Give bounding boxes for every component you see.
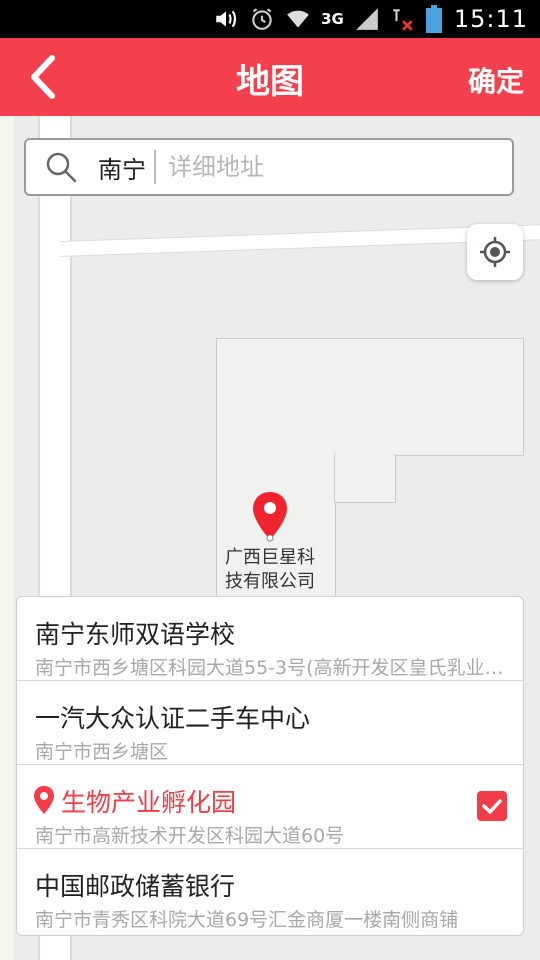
clock: 15:11 <box>453 5 528 33</box>
place-name: 生物产业孵化园 <box>61 788 237 817</box>
map-building <box>216 338 524 456</box>
map-road <box>0 116 14 960</box>
wifi-icon <box>285 6 311 32</box>
place-name: 一汽大众认证二手车中心 <box>35 704 311 733</box>
battery-icon <box>425 5 442 33</box>
search-icon <box>46 152 77 183</box>
status-bar: 3G 15:11 <box>0 0 540 38</box>
network-type: 3G <box>321 10 344 28</box>
app-header: 地图 确定 <box>0 38 540 116</box>
city-selector[interactable]: 南宁 <box>98 150 146 185</box>
place-name: 南宁东师双语学校 <box>35 620 236 649</box>
check-icon <box>482 799 502 814</box>
address-input[interactable] <box>166 152 470 182</box>
marker-label: 广西巨星科技有限公司 <box>225 547 315 592</box>
location-pin-icon <box>34 786 54 814</box>
selected-checkbox[interactable] <box>477 791 507 821</box>
place-address: 南宁市西乡塘区 <box>35 741 169 763</box>
list-item[interactable]: 一汽大众认证二手车中心 南宁市西乡塘区 <box>17 681 523 765</box>
alarm-icon <box>249 6 275 32</box>
volume-icon <box>213 6 239 32</box>
signal-icon <box>354 6 380 32</box>
divider <box>154 150 156 184</box>
search-bar: 南宁 <box>24 138 514 196</box>
no-signal-icon <box>390 6 416 32</box>
place-address: 南宁市高新技术开发区科园大道60号 <box>35 825 345 847</box>
map-building <box>334 454 396 503</box>
list-item[interactable]: 南宁东师双语学校 南宁市西乡塘区科园大道55-3号(高新开发区皇氏乳业旁) <box>17 597 523 681</box>
list-item[interactable]: 中国邮政储蓄银行 南宁市青秀区科院大道69号汇金商厦一楼南侧商铺 <box>17 849 523 933</box>
crosshair-icon <box>480 237 510 267</box>
list-item-selected[interactable]: 生物产业孵化园 南宁市高新技术开发区科园大道60号 <box>17 765 523 849</box>
place-address: 南宁市西乡塘区科园大道55-3号(高新开发区皇氏乳业旁) <box>35 657 505 679</box>
locate-button[interactable] <box>467 224 523 280</box>
page-title: 地图 <box>236 62 304 102</box>
confirm-button[interactable]: 确定 <box>468 60 524 100</box>
location-marker-icon[interactable] <box>251 490 289 542</box>
place-list: 南宁东师双语学校 南宁市西乡塘区科园大道55-3号(高新开发区皇氏乳业旁) 一汽… <box>16 596 524 936</box>
place-name: 中国邮政储蓄银行 <box>35 872 236 901</box>
place-address: 南宁市青秀区科院大道69号汇金商厦一楼南侧商铺 <box>35 909 459 931</box>
